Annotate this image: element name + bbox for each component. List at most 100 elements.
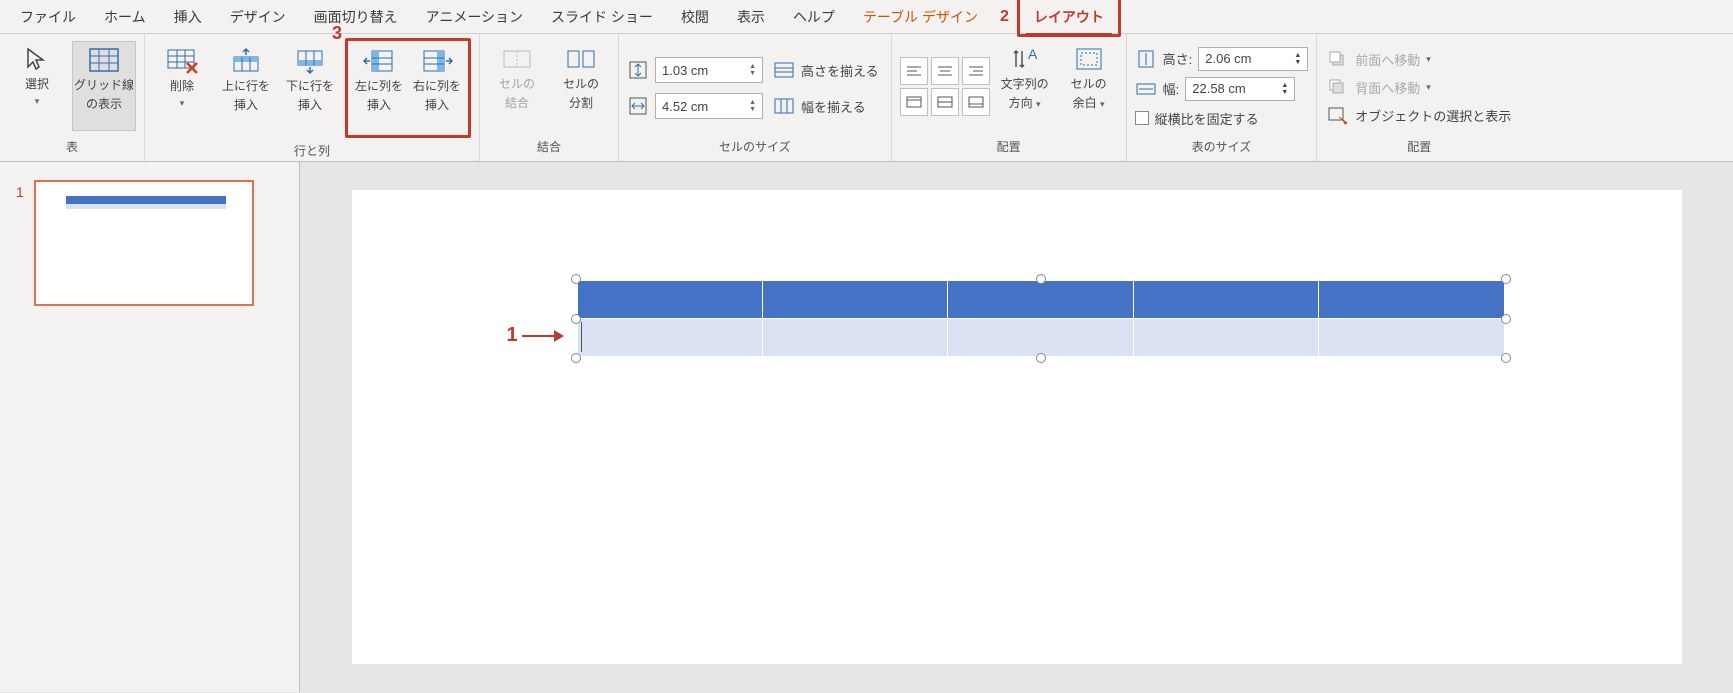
- callout-3: 3: [332, 23, 342, 44]
- callout-2: 2: [992, 8, 1011, 26]
- arrow-icon: [522, 335, 562, 337]
- tab-help[interactable]: ヘルプ: [779, 0, 849, 34]
- gridlines-label1: グリッド線: [74, 78, 134, 93]
- tab-table-design[interactable]: テーブル デザイン: [849, 0, 992, 34]
- workspace: 1: [0, 162, 1733, 692]
- col-width-value: 4.52 cm: [662, 99, 708, 114]
- resize-handle[interactable]: [1036, 353, 1046, 363]
- tab-animation[interactable]: アニメーション: [412, 0, 537, 34]
- cell-margins-button[interactable]: セルの 余白 ▾: [1060, 41, 1118, 131]
- lock-aspect-checkbox[interactable]: 縦横比を固定する: [1135, 107, 1309, 128]
- delete-table-icon: [165, 47, 199, 75]
- align-bottom-right[interactable]: [962, 88, 990, 116]
- resize-handle[interactable]: [571, 353, 581, 363]
- text-direction-icon: A: [1008, 45, 1042, 73]
- tab-design[interactable]: デザイン: [216, 0, 300, 34]
- table-height-icon: [1135, 49, 1157, 69]
- tab-transition[interactable]: 画面切り替え: [300, 0, 412, 34]
- col-width-input[interactable]: 4.52 cm ▲▼: [655, 93, 763, 119]
- align-bottom-center[interactable]: [931, 88, 959, 116]
- tab-home[interactable]: ホーム: [90, 0, 160, 34]
- insert-col-left-button[interactable]: 左に列を 挿入: [350, 43, 408, 133]
- tab-slideshow[interactable]: スライド ショー: [537, 0, 667, 34]
- distribute-cols-button[interactable]: 幅を揃える: [769, 93, 883, 119]
- thumbnail-pane[interactable]: 1: [0, 162, 300, 692]
- text-direction-button[interactable]: A 文字列の 方向 ▾: [996, 41, 1054, 131]
- insert-col-right-icon: [420, 47, 454, 75]
- row-height-input[interactable]: 1.03 cm ▲▼: [655, 57, 763, 83]
- row-height-value: 1.03 cm: [662, 63, 708, 78]
- select-button[interactable]: 選択 ▾: [8, 41, 66, 131]
- resize-handle[interactable]: [571, 314, 581, 324]
- insert-row-below-icon: [293, 47, 327, 75]
- selection-pane-icon: [1327, 105, 1349, 125]
- view-gridlines-button[interactable]: グリッド線 の表示: [72, 41, 136, 131]
- group-cellsize-label: セルのサイズ: [719, 134, 791, 161]
- bring-forward-button: 前面へ移動 ▾: [1325, 47, 1513, 71]
- table-width-input[interactable]: 22.58 cm ▲▼: [1185, 77, 1295, 101]
- svg-text:A: A: [1028, 46, 1038, 62]
- cell-margins-icon: [1072, 45, 1106, 73]
- col-width-icon: [627, 96, 649, 116]
- align-top-left[interactable]: [900, 57, 928, 85]
- table-height-value: 2.06 cm: [1205, 51, 1251, 66]
- align-top-center[interactable]: [931, 57, 959, 85]
- slide-editor[interactable]: 1: [300, 162, 1733, 692]
- distribute-rows-button[interactable]: 高さを揃える: [769, 57, 883, 83]
- delete-button[interactable]: 削除 ▾: [153, 43, 211, 133]
- insert-row-below-button[interactable]: 下に行を 挿入: [281, 43, 339, 133]
- group-table-size: 高さ: 2.06 cm ▲▼ 幅: 22.58 cm ▲▼: [1127, 34, 1318, 161]
- group-tsize-label: 表のサイズ: [1192, 134, 1252, 161]
- split-cells-button[interactable]: セルの 分割: [552, 41, 610, 131]
- spinner-arrows-icon[interactable]: ▲▼: [749, 99, 756, 113]
- distribute-rows-icon: [773, 60, 795, 80]
- spinner-arrows-icon[interactable]: ▲▼: [1294, 52, 1301, 66]
- group-rows-columns: 削除 ▾ 上に行を 挿入 下に行を 挿入 3: [145, 34, 480, 161]
- send-backward-button: 背面へ移動 ▾: [1325, 75, 1513, 99]
- group-rows-label: 行と列: [294, 138, 330, 165]
- tab-insert[interactable]: 挿入: [160, 0, 216, 34]
- align-bottom-left[interactable]: [900, 88, 928, 116]
- dist-cols-label: 幅を揃える: [801, 97, 866, 116]
- table-height-input[interactable]: 2.06 cm ▲▼: [1198, 47, 1308, 71]
- group-cell-size: 1.03 cm ▲▼ 4.52 cm ▲▼ 高さを揃える: [619, 34, 892, 161]
- tsize-w-label: 幅:: [1163, 79, 1180, 98]
- slide-canvas[interactable]: 1: [352, 190, 1682, 664]
- gridlines-label2: の表示: [86, 97, 122, 112]
- row-above-l2: 挿入: [234, 98, 258, 113]
- insert-col-right-button[interactable]: 右に列を 挿入: [408, 43, 466, 133]
- spinner-arrows-icon[interactable]: ▲▼: [749, 63, 756, 77]
- group-merge: セルの 結合 セルの 分割 結合: [480, 34, 619, 161]
- tab-view[interactable]: 表示: [723, 0, 779, 34]
- checkbox-icon: [1135, 111, 1149, 125]
- selection-pane-button[interactable]: オブジェクトの選択と表示: [1325, 103, 1513, 127]
- text-cursor: [581, 322, 582, 352]
- resize-handle[interactable]: [571, 274, 581, 284]
- resize-handle[interactable]: [1501, 353, 1511, 363]
- row-above-l1: 上に行を: [222, 79, 270, 94]
- align-top-right[interactable]: [962, 57, 990, 85]
- group-arrange-label: 配置: [1407, 134, 1431, 161]
- tab-file[interactable]: ファイル: [6, 0, 90, 34]
- resize-handle[interactable]: [1501, 314, 1511, 324]
- delete-label: 削除: [170, 79, 194, 94]
- group-align-label: 配置: [997, 134, 1021, 161]
- bring-forward-label: 前面へ移動: [1355, 50, 1420, 69]
- col-right-l1: 右に列を: [413, 79, 461, 94]
- thumbnail-preview: [34, 180, 254, 306]
- select-label: 選択: [25, 77, 49, 92]
- table-object[interactable]: 1: [577, 280, 1505, 357]
- slide-thumbnail-1[interactable]: 1: [16, 180, 283, 306]
- tsize-h-label: 高さ:: [1163, 49, 1193, 68]
- bring-forward-icon: [1327, 49, 1349, 69]
- split-cells-icon: [564, 45, 598, 73]
- tab-layout[interactable]: レイアウト: [1017, 0, 1121, 37]
- resize-handle[interactable]: [1501, 274, 1511, 284]
- resize-handle[interactable]: [1036, 274, 1046, 284]
- insert-row-above-button[interactable]: 上に行を 挿入: [217, 43, 275, 133]
- spinner-arrows-icon[interactable]: ▲▼: [1281, 82, 1288, 96]
- ribbon: 選択 ▾ グリッド線 の表示 表 削除 ▾: [0, 34, 1733, 162]
- margins-l2: 余白 ▾: [1073, 96, 1105, 112]
- tab-review[interactable]: 校閲: [667, 0, 723, 34]
- insert-col-left-icon: [362, 47, 396, 75]
